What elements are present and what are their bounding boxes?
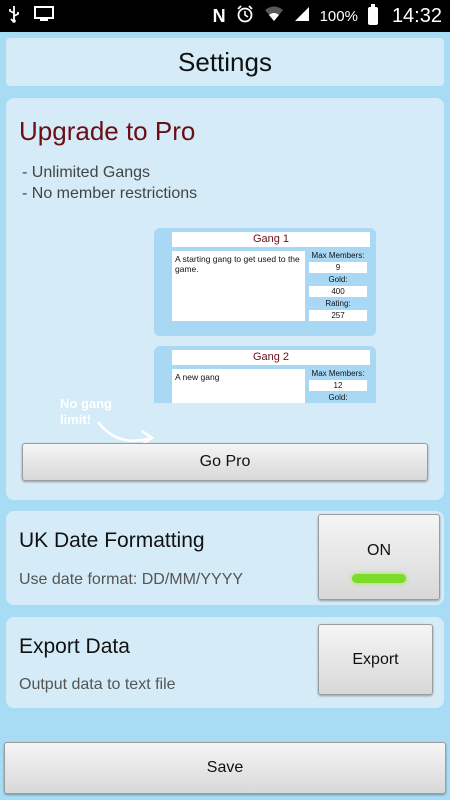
screen-icon — [34, 6, 54, 26]
wifi-icon — [264, 6, 284, 26]
gang-name: Gang 1 — [172, 232, 370, 247]
pro-preview-image: Gang 1 A starting gang to get used to th… — [154, 228, 376, 403]
stat-label: Gold: — [328, 275, 348, 284]
signal-icon — [294, 6, 310, 26]
export-card: Export Data Output data to text file Exp… — [6, 617, 444, 708]
page-title: Settings — [178, 46, 272, 77]
toggle-label: ON — [367, 541, 391, 559]
gang-preview-card: Gang 1 A starting gang to get used to th… — [154, 228, 376, 336]
toggle-indicator-light — [352, 573, 406, 583]
stat-label: Max Members: — [311, 251, 365, 260]
stat-value: 9 — [309, 262, 367, 273]
alarm-icon — [236, 5, 254, 27]
battery-icon — [367, 4, 378, 25]
stat-label: Gold: — [328, 393, 348, 402]
nfc-icon: N — [212, 6, 226, 26]
uk-date-subtitle: Use date format: DD/MM/YYYY — [19, 571, 244, 588]
gang-stats: Max Members: 9 Gold: 400 Rating: 257 — [309, 251, 367, 321]
pro-feature-item: - No member restrictions — [22, 185, 198, 202]
upgrade-title: Upgrade to Pro — [19, 116, 196, 146]
uk-date-title: UK Date Formatting — [19, 529, 205, 552]
gang-name: Gang 2 — [172, 350, 370, 365]
clock: 14:32 — [391, 4, 442, 27]
stat-label: Max Members: — [311, 369, 365, 378]
gang-description: A new gang — [172, 369, 305, 403]
uk-date-toggle-button[interactable]: ON — [318, 514, 440, 600]
gang-preview-card: Gang 2 A new gang Max Members: 12 Gold: — [154, 346, 376, 403]
upgrade-pro-card: Upgrade to Pro - Unlimited Gangs - No me… — [6, 98, 444, 500]
stat-label: Rating: — [325, 299, 351, 308]
status-bar: N 100% 14:32 — [0, 0, 450, 32]
header: Settings — [6, 38, 444, 86]
pro-features-list: - Unlimited Gangs - No member restrictio… — [22, 162, 197, 204]
stat-value: 12 — [309, 380, 367, 391]
pro-feature-item: - Unlimited Gangs — [22, 164, 151, 181]
export-title: Export Data — [19, 635, 130, 658]
go-pro-button[interactable]: Go Pro — [22, 443, 428, 481]
stat-value: 400 — [309, 286, 367, 297]
stat-value: 257 — [309, 310, 367, 321]
gang-description: A starting gang to get used to the game. — [172, 251, 305, 321]
export-subtitle: Output data to text file — [19, 676, 176, 693]
gang-stats: Max Members: 12 Gold: — [309, 369, 367, 403]
battery-percent: 100% — [319, 7, 358, 25]
export-button[interactable]: Export — [318, 624, 433, 695]
uk-date-card: UK Date Formatting Use date format: DD/M… — [6, 511, 444, 605]
usb-icon — [8, 5, 20, 27]
save-button[interactable]: Save — [4, 742, 446, 794]
callout-line: No gang — [60, 396, 112, 411]
